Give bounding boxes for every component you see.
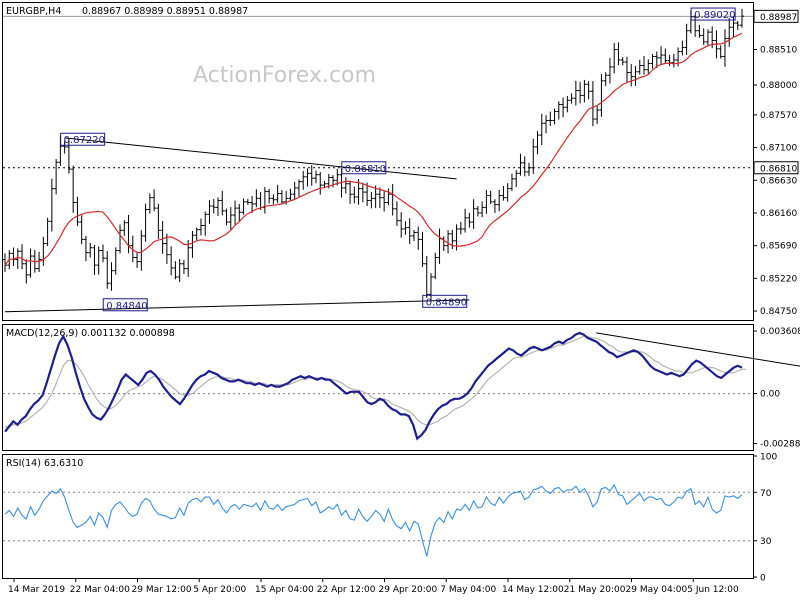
rsi-y-axis: 100 70 30 0 bbox=[753, 453, 777, 584]
rsi-grid bbox=[3, 491, 753, 542]
price-trendlines bbox=[4, 137, 470, 313]
x-tick-label: 14 Mar 2019 bbox=[8, 585, 65, 595]
chart-canvas: ActionForex.com EURGBP,H4 0.88967 0.8898… bbox=[2, 2, 800, 595]
macd-line bbox=[4, 331, 743, 441]
x-tick-label: 21 May 20:00 bbox=[564, 585, 626, 595]
x-axis: 14 Mar 2019 22 Mar 04:00 29 Mar 12:00 5 Apr… bbox=[8, 578, 739, 595]
x-tick-label: 29 Apr 20:00 bbox=[379, 585, 438, 595]
rsi-panel-frame bbox=[2, 454, 754, 579]
macd-title: MACD(12,26,9) 0.001132 0.000898 bbox=[6, 328, 175, 339]
price-y-tick-label: 0.87100 bbox=[760, 144, 797, 154]
level-price-label: 0.86810 bbox=[760, 164, 797, 174]
x-tick-label: 7 May 04:00 bbox=[440, 585, 496, 595]
rsi-y-tick-label: 100 bbox=[760, 453, 777, 463]
ohlc-readout: 0.88967 0.88989 0.88951 0.88987 bbox=[82, 6, 248, 17]
macd-y-tick-label: 0.003608 bbox=[760, 327, 800, 337]
price-y-tick-label: 0.87570 bbox=[760, 111, 797, 121]
price-annotation-label: 0.86810 bbox=[345, 164, 386, 175]
macd-y-axis: 0.003608 0.00 -0.002886 bbox=[753, 327, 800, 450]
macd-panel-frame bbox=[2, 324, 754, 451]
x-tick-label: 29 May 04:00 bbox=[626, 585, 688, 595]
price-y-tick-label: 0.85690 bbox=[760, 242, 797, 252]
macd-y-tick-label: 0.00 bbox=[760, 390, 780, 400]
rsi-line bbox=[4, 483, 743, 557]
price-y-tick-label: 0.86630 bbox=[760, 176, 797, 186]
x-tick-label: 22 Apr 12:00 bbox=[317, 585, 376, 595]
trendline bbox=[4, 299, 470, 313]
price-y-tick-label: 0.88000 bbox=[760, 81, 797, 91]
price-grid bbox=[3, 15, 753, 169]
x-tick-label: 5 Jun 12:00 bbox=[687, 585, 739, 595]
x-tick-label: 29 Mar 12:00 bbox=[132, 585, 192, 595]
macd-y-tick-label: -0.002886 bbox=[760, 440, 800, 450]
price-bars bbox=[3, 8, 744, 301]
price-annotations: 0.87220 0.84840 0.86810 0.84890 0.89020 bbox=[60, 7, 736, 312]
current-price-label: 0.88987 bbox=[760, 13, 797, 23]
price-y-tick-label: 0.86160 bbox=[760, 209, 797, 219]
rsi-y-tick-label: 0 bbox=[760, 574, 766, 584]
price-title: EURGBP,H4 bbox=[6, 6, 61, 17]
x-tick-label: 22 Mar 04:00 bbox=[70, 585, 130, 595]
price-y-tick-label: 0.85220 bbox=[760, 274, 797, 284]
price-annotation-label: 0.84840 bbox=[106, 301, 147, 312]
trendline bbox=[64, 137, 457, 180]
rsi-y-tick-label: 70 bbox=[760, 489, 772, 499]
rsi-lines bbox=[4, 483, 743, 557]
x-tick-label: 14 May 12:00 bbox=[502, 585, 564, 595]
price-y-tick-label: 0.84750 bbox=[760, 307, 797, 317]
x-tick-label: 15 Apr 04:00 bbox=[255, 585, 314, 595]
chart-window: ActionForex.com EURGBP,H4 0.88967 0.8898… bbox=[0, 0, 800, 600]
price-annotation-label: 0.89020 bbox=[694, 10, 735, 21]
watermark: ActionForex.com bbox=[193, 63, 376, 88]
price-y-axis: 0.88510 0.88000 0.87570 0.87100 0.86630 0.861… bbox=[753, 9, 799, 317]
rsi-y-tick-label: 30 bbox=[760, 537, 772, 547]
price-annotation-label: 0.87220 bbox=[64, 135, 105, 146]
price-y-tick-label: 0.88510 bbox=[760, 46, 797, 56]
price-annotation-label: 0.84890 bbox=[426, 297, 467, 308]
rsi-title: RSI(14) 63.6310 bbox=[6, 458, 83, 469]
x-tick-label: 5 Apr 20:00 bbox=[193, 585, 246, 595]
macd-lines bbox=[4, 331, 800, 441]
